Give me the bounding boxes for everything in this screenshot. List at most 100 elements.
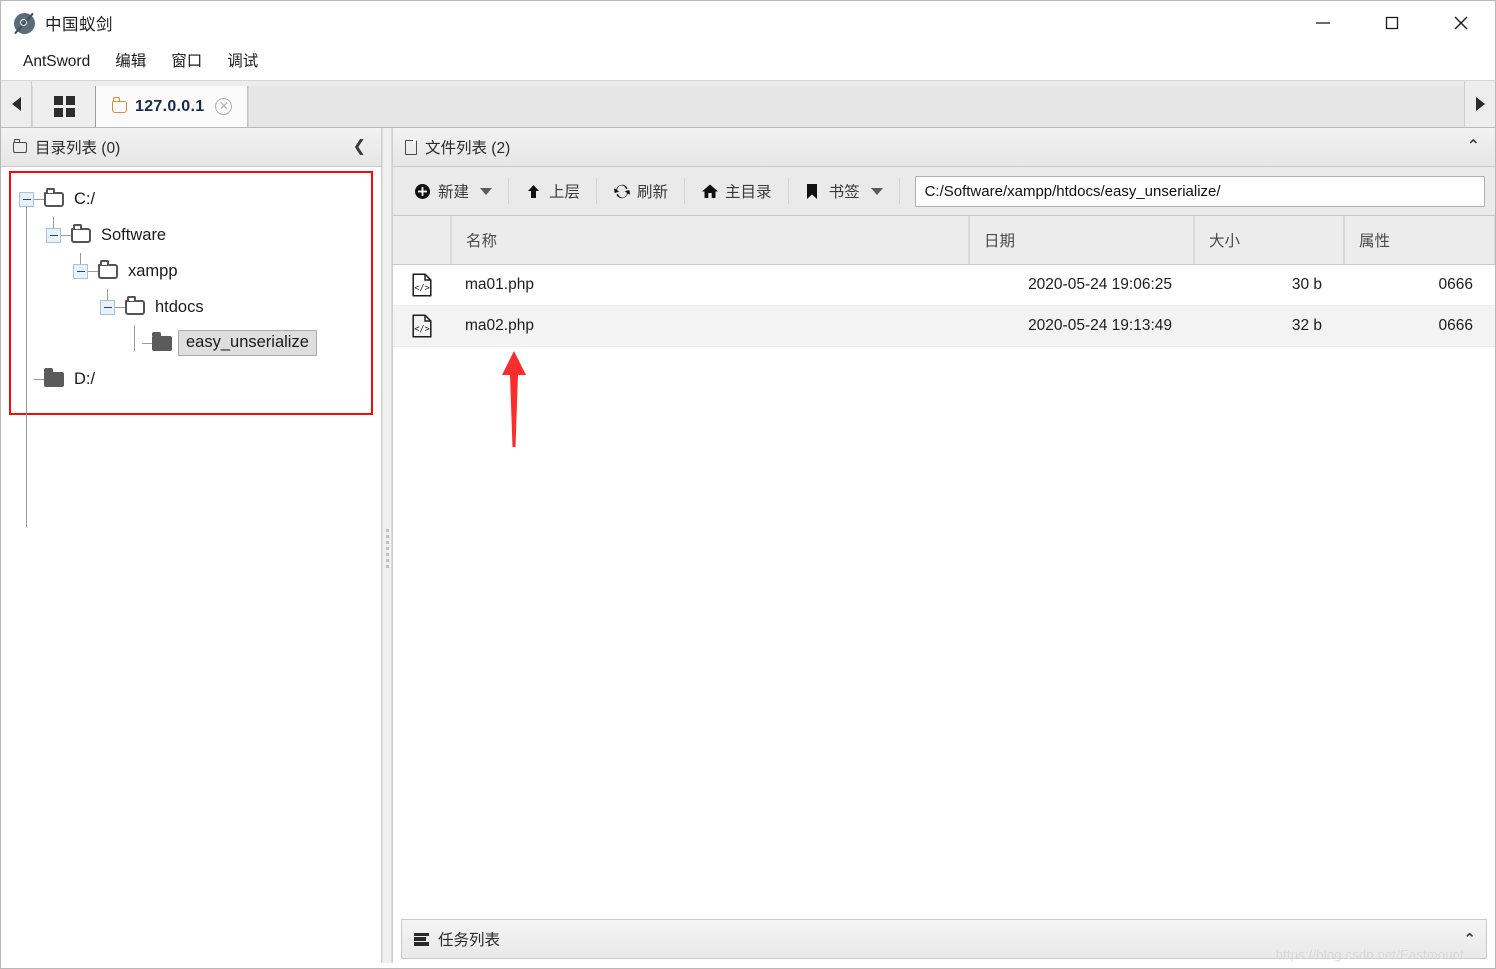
directory-panel-header: 目录列表 (0) ❮ <box>1 128 381 167</box>
tree-toggle-minus-icon[interactable] <box>19 191 34 207</box>
chevron-down-icon[interactable] <box>480 187 493 195</box>
maximize-button[interactable] <box>1357 1 1426 45</box>
folder-closed-icon <box>44 367 64 387</box>
row-file-icon-cell: </> <box>393 265 451 305</box>
column-header-size[interactable]: 大小 <box>1194 216 1344 264</box>
panel-splitter[interactable] <box>382 128 392 968</box>
tree-node-software[interactable]: Software <box>1 217 381 253</box>
directory-tree: C:/ Software xampp htdocs easy_unseriali… <box>1 167 381 527</box>
tab-scroll-left-button[interactable] <box>1 81 32 127</box>
parent-directory-button[interactable]: 上层 <box>512 174 593 208</box>
file-panel: 文件列表 (2) ⌃ 新建 上层 刷新 主目录 书签 C:/Software/x… <box>392 128 1495 968</box>
home-icon <box>701 183 719 200</box>
tree-connector <box>142 342 152 344</box>
refresh-button[interactable]: 刷新 <box>600 174 681 208</box>
file-table-header: 名称 日期 大小 属性 <box>393 216 1495 265</box>
path-input[interactable] <box>914 175 1485 207</box>
menu-item-edit[interactable]: 编辑 <box>104 50 157 75</box>
chevron-up-icon[interactable]: ⌃ <box>1463 930 1476 948</box>
splitter-grip-icon <box>385 528 389 568</box>
tab-bar: 127.0.0.1 ✕ <box>1 81 1495 128</box>
tree-node-c-drive[interactable]: C:/ <box>1 181 381 217</box>
column-header-attr[interactable]: 属性 <box>1344 216 1495 264</box>
chevron-left-icon[interactable]: ❮ <box>353 139 371 155</box>
tree-connector <box>115 306 125 308</box>
close-button[interactable] <box>1426 1 1495 45</box>
tree-toggle-minus-icon[interactable] <box>46 227 61 243</box>
folder-closed-icon <box>152 331 172 351</box>
menu-item-window[interactable]: 窗口 <box>160 50 213 75</box>
column-header-date[interactable]: 日期 <box>969 216 1194 264</box>
new-button[interactable]: 新建 <box>401 174 505 208</box>
column-header-icon <box>393 216 451 264</box>
folder-open-icon <box>71 224 91 243</box>
toolbar-separator <box>898 178 900 204</box>
tree-connector <box>34 198 44 200</box>
tree-node-label: xampp <box>128 261 178 280</box>
menu-item-antsword[interactable]: AntSword <box>12 50 101 75</box>
home-directory-button[interactable]: 主目录 <box>688 174 785 208</box>
row-size-cell: 32 b <box>1291 317 1322 334</box>
folder-open-icon <box>125 296 145 315</box>
refresh-label: 刷新 <box>637 184 669 201</box>
column-header-name[interactable]: 名称 <box>451 216 969 264</box>
parent-directory-label: 上层 <box>549 184 581 201</box>
chevron-up-icon[interactable]: ⌃ <box>1467 139 1485 155</box>
menu-bar: AntSword 编辑 窗口 调试 <box>1 45 1495 81</box>
task-list-bar[interactable]: 任务列表 ⌃ https://blog.csdn.net/Eastmount <box>401 919 1487 962</box>
window-title: 中国蚁剑 <box>45 16 113 34</box>
window-bottom-strip <box>1 963 1495 968</box>
row-attr-cell: 0666 <box>1438 276 1473 293</box>
tree-toggle-placeholder <box>127 336 142 351</box>
directory-tree-container: C:/ Software xampp htdocs easy_unseriali… <box>1 167 381 968</box>
menu-item-debug[interactable]: 调试 <box>216 50 269 75</box>
folder-open-icon <box>44 188 64 207</box>
tree-node-d-drive[interactable]: D:/ <box>1 361 381 397</box>
home-directory-label: 主目录 <box>725 184 772 201</box>
watermark-text: https://blog.csdn.net/Eastmount <box>1275 947 1464 962</box>
directory-panel-title: 目录列表 (0) <box>35 140 121 157</box>
folder-icon <box>112 97 127 113</box>
svg-text:</>: </> <box>414 284 430 294</box>
row-date-cell: 2020-05-24 19:06:25 <box>1028 276 1172 293</box>
row-date-cell: 2020-05-24 19:13:49 <box>1028 317 1172 334</box>
bookmark-button[interactable]: 书签 <box>792 174 896 208</box>
close-circle-icon[interactable]: ✕ <box>215 98 233 115</box>
new-button-label: 新建 <box>438 184 470 201</box>
directory-panel: 目录列表 (0) ❮ C:/ Software xampp htdocs eas… <box>1 128 382 968</box>
task-list-icon <box>414 932 429 946</box>
task-list-title: 任务列表 <box>438 932 501 949</box>
toolbar-separator <box>684 178 686 204</box>
antsword-logo-icon <box>14 12 35 34</box>
chevron-down-icon[interactable] <box>870 187 883 195</box>
tree-toggle-minus-icon[interactable] <box>73 263 88 279</box>
table-row[interactable]: </> ma02.php 2020-05-24 19:13:49 32 b 06… <box>393 306 1495 347</box>
tab-127-0-0-1[interactable]: 127.0.0.1 ✕ <box>96 86 249 127</box>
tree-node-xampp[interactable]: xampp <box>1 253 381 289</box>
tree-node-htdocs[interactable]: htdocs <box>1 289 381 325</box>
file-table-body: </> ma01.php 2020-05-24 19:06:25 30 b 06… <box>393 265 1495 916</box>
toolbar-separator <box>508 178 510 204</box>
tree-node-label: C:/ <box>74 189 96 208</box>
table-row[interactable]: </> ma01.php 2020-05-24 19:06:25 30 b 06… <box>393 265 1495 306</box>
title-bar: 中国蚁剑 <box>1 1 1495 45</box>
tree-node-label: easy_unserialize <box>178 330 317 356</box>
minimize-button[interactable] <box>1288 1 1357 45</box>
tree-toggle-minus-icon[interactable] <box>100 299 115 315</box>
tree-node-label: Software <box>101 225 167 244</box>
tree-node-easy-unserialize[interactable]: easy_unserialize <box>1 325 381 361</box>
row-attr-cell: 0666 <box>1438 317 1473 334</box>
tree-toggle-placeholder <box>19 372 34 387</box>
tab-scroll-right-button[interactable] <box>1464 81 1495 127</box>
tab-grid-button[interactable] <box>32 86 96 127</box>
tree-connector <box>88 270 98 272</box>
chevron-left-icon <box>11 97 21 111</box>
refresh-icon <box>613 183 631 200</box>
window-controls <box>1288 1 1495 45</box>
file-panel-header: 文件列表 (2) ⌃ <box>393 128 1495 167</box>
title-bar-left: 中国蚁剑 <box>1 11 113 35</box>
tree-node-label: D:/ <box>74 369 96 388</box>
bookmark-label: 书签 <box>828 184 860 201</box>
toolbar-separator <box>787 178 789 204</box>
chevron-right-icon <box>1475 97 1485 111</box>
